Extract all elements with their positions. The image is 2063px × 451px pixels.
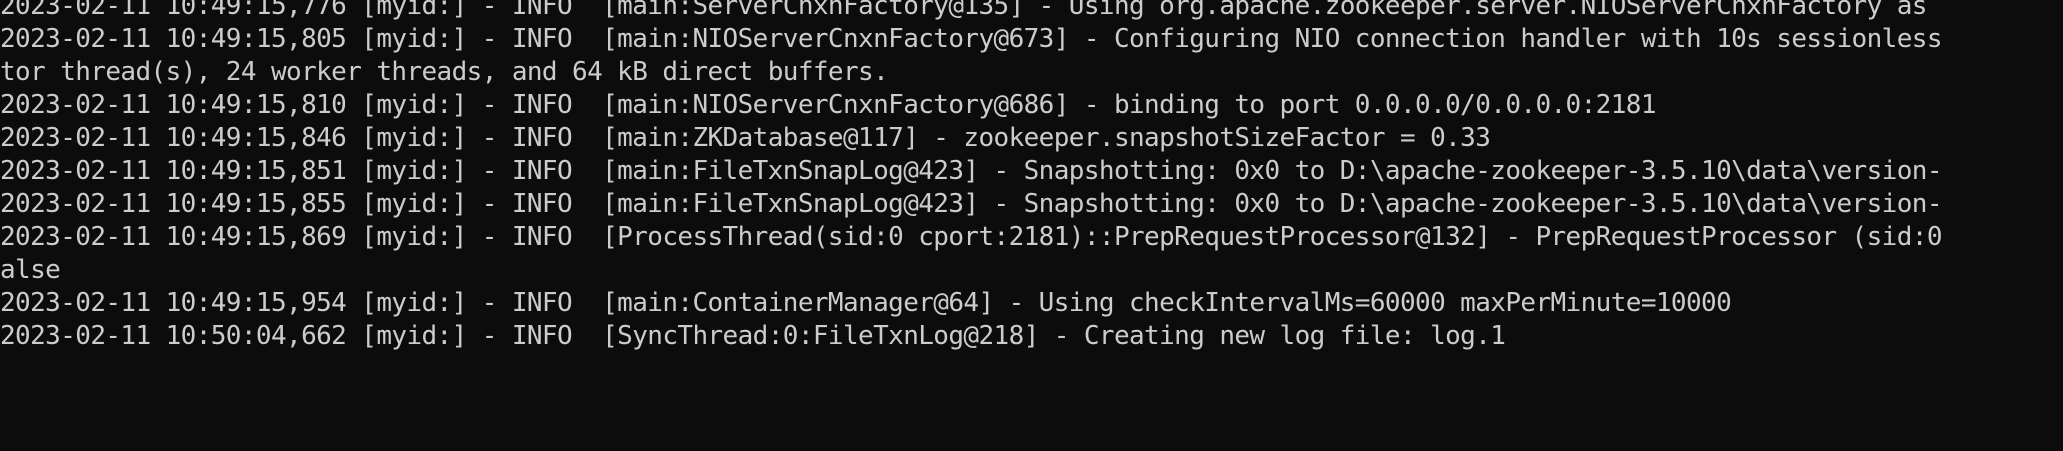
log-line: 2023-02-11 10:49:15,869 [myid:] - INFO [… bbox=[0, 222, 1942, 252]
log-line: 2023-02-11 10:49:15,810 [myid:] - INFO [… bbox=[0, 90, 1656, 120]
log-line: 2023-02-11 10:49:15,855 [myid:] - INFO [… bbox=[0, 189, 1942, 219]
log-line: 2023-02-11 10:49:15,851 [myid:] - INFO [… bbox=[0, 156, 1942, 186]
log-line: 2023-02-11 10:49:15,846 [myid:] - INFO [… bbox=[0, 123, 1491, 153]
log-line: 2023-02-11 10:49:15,776 [myid:] - INFO [… bbox=[0, 0, 1927, 21]
log-line: 2023-02-11 10:49:15,805 [myid:] - INFO [… bbox=[0, 24, 1942, 54]
log-line: alse bbox=[0, 255, 61, 285]
log-line: tor thread(s), 24 worker threads, and 64… bbox=[0, 57, 889, 87]
console-window[interactable]: 2023-02-11 10:49:15,776 [myid:] - INFO [… bbox=[0, 0, 2063, 451]
log-line: 2023-02-11 10:50:04,662 [myid:] - INFO [… bbox=[0, 321, 1506, 351]
log-output: 2023-02-11 10:49:15,776 [myid:] - INFO [… bbox=[0, 0, 2063, 353]
log-line: 2023-02-11 10:49:15,954 [myid:] - INFO [… bbox=[0, 288, 1732, 318]
